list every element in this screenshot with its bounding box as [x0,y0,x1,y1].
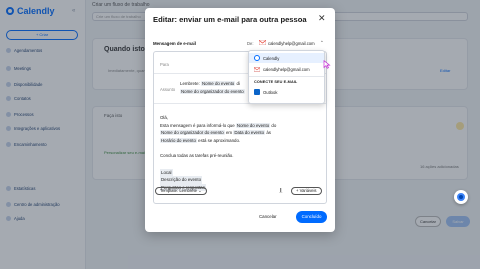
chevron-up-icon[interactable]: ⌃ [320,40,324,46]
body-greeting: Olá, [160,115,169,120]
chat-icon [457,193,465,201]
variable-chip[interactable]: Data do evento [233,130,266,135]
dropdown-item-outlook[interactable]: Outlook [249,87,324,97]
variable-chip[interactable]: Nome do evento [235,122,271,128]
edit-email-modal: Editar: enviar um e-mail para outra pess… [145,8,335,232]
subject-prefix: Lembrete: [180,81,200,86]
dropdown-item-gmail[interactable]: calendlyhelp@gmail.com [249,64,324,74]
template-label: Template: Lembrete [160,188,198,193]
gmail-icon [254,66,260,72]
outlook-icon [254,89,260,95]
gmail-icon [259,40,266,45]
body-text: Conclua todas as tarefas pré-reunião. [160,152,234,158]
variable-chip[interactable]: Nome do organizador do evento [180,89,245,94]
cancel-button[interactable]: Cancelar [259,214,277,219]
variable-chip[interactable]: Nome do evento [201,81,236,86]
variable-chip[interactable]: Horário do evento [160,137,197,143]
from-dropdown-menu: Calendly calendlyhelp@gmail.com CONECTE … [248,50,325,104]
done-button[interactable]: Concluído [296,211,327,223]
dropdown-item-label: Outlook [263,89,278,95]
modal-title: Editar: enviar um e-mail para outra pess… [153,15,307,24]
variable-chip[interactable]: Local [160,168,173,176]
connect-email-header: CONECTE SEU E-MAIL [254,80,298,84]
dropdown-item-label: Calendly [263,55,280,61]
subject-separator: di [236,81,240,86]
variable-chip[interactable]: Descrição do evento [160,176,203,184]
mouse-cursor-icon [323,60,331,69]
dropdown-item-label: calendlyhelp@gmail.com [263,66,310,72]
dropdown-item-calendly[interactable]: Calendly [249,53,324,63]
help-chat-button[interactable] [454,190,468,204]
body-text: está se aproximando. [198,137,241,143]
from-label: De: [247,41,254,46]
subject-label: Assunto [160,87,176,92]
divider [249,76,324,77]
chevron-down-icon: ⌄ [198,188,202,193]
close-icon[interactable]: ✕ [318,14,326,23]
template-select-button[interactable]: Template: Lembrete ⌄ [155,187,207,195]
variables-button[interactable]: + Variáveis [291,187,322,195]
from-address-select[interactable]: calendlyhelp@gmail.com [268,41,315,46]
text-format-icon[interactable]: I̲ [280,188,282,194]
body-text: Esta mensagem é para informá-lo que [160,122,235,128]
body-text: do [271,122,277,128]
calendly-icon [254,55,260,61]
to-label: Para [160,62,169,67]
email-body[interactable]: Olá, Esta mensagem é para informá-lo que… [160,114,326,191]
message-label: Mensagem de e-mail [153,41,196,46]
variable-chip[interactable]: Nome do organizador do evento [160,130,225,135]
body-text: em [225,130,233,135]
body-text: às [266,130,271,135]
